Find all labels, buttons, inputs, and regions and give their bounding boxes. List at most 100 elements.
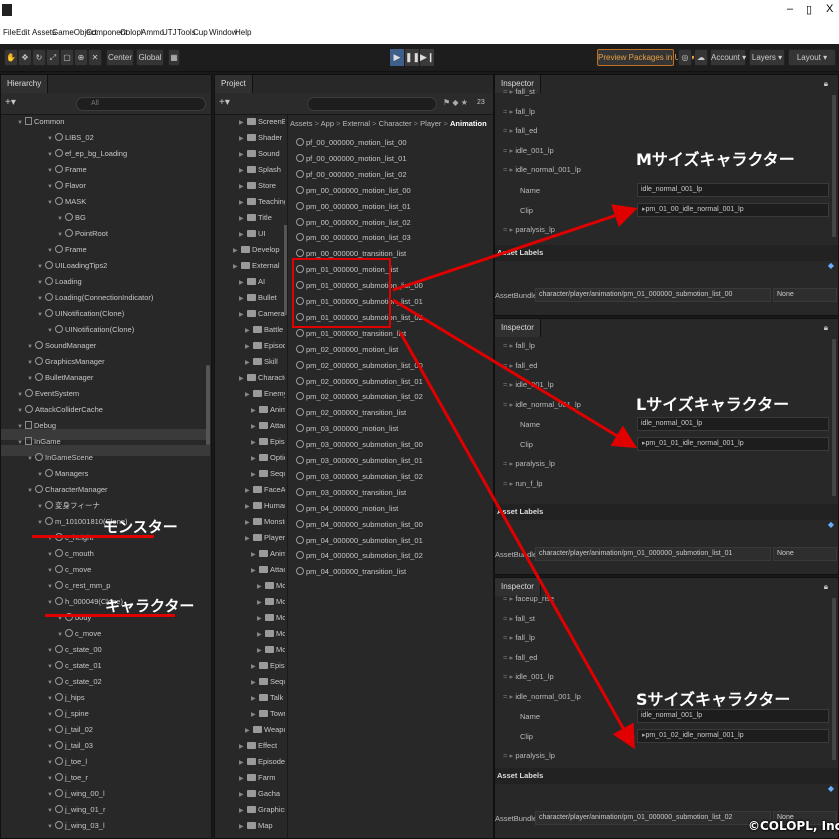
folder-row[interactable]: ▶ Teaching bbox=[239, 197, 285, 208]
hierarchy-row[interactable]: ▼ AttackColliderCache bbox=[17, 405, 103, 416]
expand-arrow-icon[interactable]: ▼ bbox=[47, 550, 55, 560]
expand-arrow-icon[interactable]: ▼ bbox=[47, 198, 55, 208]
menu-item[interactable]: Window bbox=[209, 28, 237, 37]
expand-arrow-icon[interactable]: ▶ bbox=[239, 310, 247, 320]
expand-arrow-icon[interactable]: ▶ bbox=[245, 534, 253, 544]
expand-arrow-icon[interactable]: ▼ bbox=[47, 790, 55, 800]
hierarchy-row[interactable]: ▼ c_mouth bbox=[47, 549, 94, 560]
folder-scrollbar[interactable] bbox=[284, 225, 287, 315]
hierarchy-row[interactable]: ▼ UILoadingTips2 bbox=[37, 261, 107, 272]
hierarchy-row[interactable]: ▼ Frame bbox=[47, 245, 87, 256]
hierarchy-row[interactable]: ▼ PointRoot bbox=[57, 229, 108, 240]
expand-arrow-icon[interactable]: ▶ bbox=[251, 470, 259, 480]
expand-arrow-icon[interactable]: ▶ bbox=[251, 422, 259, 432]
motion-entry-row[interactable]: = ▸ fall_lp bbox=[503, 341, 535, 350]
expand-arrow-icon[interactable]: ▶ bbox=[239, 294, 247, 304]
asset-file-row[interactable]: pf_00_000000_motion_list_01 bbox=[296, 153, 407, 164]
expand-arrow-icon[interactable]: ▶ bbox=[257, 598, 265, 608]
asset-file-row[interactable]: pm_03_000000_submotion_list_00 bbox=[296, 440, 423, 450]
folder-row[interactable]: ▶ Monster bbox=[245, 517, 285, 528]
breadcrumb-item[interactable]: App bbox=[321, 119, 334, 128]
hierarchy-row[interactable]: ▼ j_wing_03_l bbox=[47, 821, 105, 832]
folder-row[interactable]: ▶ Gacha bbox=[239, 789, 280, 800]
folder-row[interactable]: ▶ Camera bbox=[239, 309, 285, 320]
expand-arrow-icon[interactable]: ▼ bbox=[47, 678, 55, 688]
motion-entry-row[interactable]: = ▸ idle_001_lp bbox=[503, 672, 554, 681]
hierarchy-row[interactable]: ▼ j_wing_00_l bbox=[47, 789, 105, 800]
asset-file-row[interactable]: pm_02_000000_submotion_list_00 bbox=[296, 360, 423, 371]
expand-arrow-icon[interactable]: ▶ bbox=[239, 134, 247, 144]
play-button-icon[interactable]: ▶ bbox=[390, 49, 404, 66]
hierarchy-row[interactable]: ▼ BG bbox=[57, 213, 86, 224]
expand-arrow-icon[interactable]: ▶ bbox=[245, 342, 253, 352]
hierarchy-row[interactable]: ▼ j_tail_03 bbox=[47, 741, 93, 752]
hierarchy-tab[interactable]: Hierarchy bbox=[1, 75, 49, 93]
hierarchy-row[interactable]: ▼ c_move bbox=[47, 565, 91, 576]
expand-arrow-icon[interactable]: ▶ bbox=[257, 582, 265, 592]
drag-handle-icon[interactable]: = ▸ bbox=[503, 672, 515, 681]
motion-entry-row[interactable]: = ▸ paralysis_lp bbox=[503, 751, 555, 760]
hierarchy-row[interactable]: ▼ UINotification(Clone) bbox=[47, 325, 134, 336]
asset-file-row[interactable]: pf_00_000000_motion_list_02 bbox=[296, 169, 407, 180]
folder-row[interactable]: ▶ AI bbox=[239, 277, 265, 288]
expand-arrow-icon[interactable]: ▼ bbox=[37, 262, 45, 272]
hierarchy-row[interactable]: ▼ LIBS_02 bbox=[47, 133, 94, 144]
expand-arrow-icon[interactable]: ▼ bbox=[47, 822, 55, 832]
asset-bundle-dropdown[interactable]: character/player/animation/pm_01_000000_… bbox=[535, 288, 771, 302]
asset-file-row[interactable]: pm_04_000000_submotion_list_01 bbox=[296, 535, 423, 546]
expand-arrow-icon[interactable]: ▶ bbox=[239, 198, 247, 208]
drag-handle-icon[interactable]: = ▸ bbox=[503, 459, 515, 468]
expand-arrow-icon[interactable]: ▼ bbox=[47, 582, 55, 592]
expand-arrow-icon[interactable]: ▼ bbox=[47, 598, 55, 608]
motion-entry-row[interactable]: = ▸ idle_normal_001_lp bbox=[503, 400, 581, 409]
expand-arrow-icon[interactable]: ▶ bbox=[239, 374, 247, 384]
drag-handle-icon[interactable]: = ▸ bbox=[503, 614, 515, 623]
folder-row[interactable]: ▶ FaceAtlas bbox=[245, 485, 285, 496]
hierarchy-row[interactable]: ▼ InGame bbox=[17, 437, 61, 448]
folder-row[interactable]: ▶ Animation bbox=[251, 405, 285, 416]
menu-item[interactable]: Cup bbox=[193, 28, 208, 37]
folder-row[interactable]: ▶ GraphicsComm bbox=[239, 805, 285, 816]
motion-entry-row[interactable]: = ▸ fall_ed bbox=[503, 126, 537, 135]
folder-row[interactable]: ▶ Sequence bbox=[251, 469, 285, 480]
expand-arrow-icon[interactable]: ▼ bbox=[47, 662, 55, 672]
hierarchy-row[interactable]: ▼ Loading(ConnectionIndicator) bbox=[37, 293, 153, 304]
expand-arrow-icon[interactable]: ▼ bbox=[47, 150, 55, 160]
expand-arrow-icon[interactable]: ▼ bbox=[37, 294, 45, 304]
asset-bundle-dropdown[interactable]: character/player/animation/pm_01_000000_… bbox=[535, 811, 771, 825]
tag-icon[interactable]: ◆ bbox=[828, 261, 834, 270]
filter-icons[interactable]: ⚑ ◆ ★ bbox=[443, 98, 468, 107]
expand-arrow-icon[interactable]: ▼ bbox=[17, 118, 25, 128]
drag-handle-icon[interactable]: = ▸ bbox=[503, 361, 515, 370]
expand-arrow-icon[interactable]: ▶ bbox=[239, 118, 247, 128]
pause-button-icon[interactable]: ❚❚ bbox=[405, 49, 420, 66]
folder-row[interactable]: ▶ OptionSk bbox=[251, 453, 285, 464]
asset-file-row[interactable]: pm_03_000000_motion_list bbox=[296, 424, 398, 434]
expand-arrow-icon[interactable]: ▶ bbox=[239, 822, 247, 832]
folder-row[interactable]: ▶ Character bbox=[239, 373, 285, 384]
clip-field[interactable]: ▸pm_01_00_idle_normal_001_lp bbox=[637, 202, 829, 217]
hierarchy-row[interactable]: ▼ Flavor bbox=[47, 181, 86, 192]
hierarchy-row[interactable]: ▼ BulletManager bbox=[27, 373, 93, 384]
hierarchy-row[interactable]: ▼ j_toe_l bbox=[47, 757, 87, 768]
folder-row[interactable]: ▶ Talk bbox=[251, 693, 283, 704]
expand-arrow-icon[interactable]: ▼ bbox=[57, 214, 65, 224]
breadcrumb-item[interactable]: Assets bbox=[290, 119, 313, 128]
expand-arrow-icon[interactable]: ▼ bbox=[47, 246, 55, 256]
hierarchy-row[interactable]: ▼ UINotification(Clone) bbox=[37, 309, 124, 320]
asset-file-row[interactable]: pm_02_000000_submotion_list_02 bbox=[296, 392, 423, 402]
inspector-scrollbar[interactable] bbox=[832, 598, 836, 760]
cloud-icon[interactable]: ☁ bbox=[694, 49, 708, 66]
hierarchy-row[interactable]: ▼ j_toe_r bbox=[47, 773, 88, 784]
expand-arrow-icon[interactable]: ▼ bbox=[37, 310, 45, 320]
motion-entry-row[interactable]: = ▸ faceup_rise bbox=[503, 594, 554, 603]
hierarchy-row[interactable]: ▼ j_tail_02 bbox=[47, 725, 93, 736]
expand-arrow-icon[interactable]: ▶ bbox=[239, 806, 247, 816]
folder-row[interactable]: ▶ Town bbox=[251, 709, 285, 720]
folder-row[interactable]: ▶ Mount bbox=[257, 613, 285, 624]
custom-tool-icon[interactable]: ✕ bbox=[88, 49, 102, 66]
motion-entry-row[interactable]: = ▸ fall_lp bbox=[503, 107, 535, 116]
folder-row[interactable]: ▶ Mount bbox=[257, 629, 285, 640]
expand-arrow-icon[interactable]: ▶ bbox=[239, 166, 247, 176]
breadcrumb-item[interactable]: Player bbox=[420, 119, 441, 128]
